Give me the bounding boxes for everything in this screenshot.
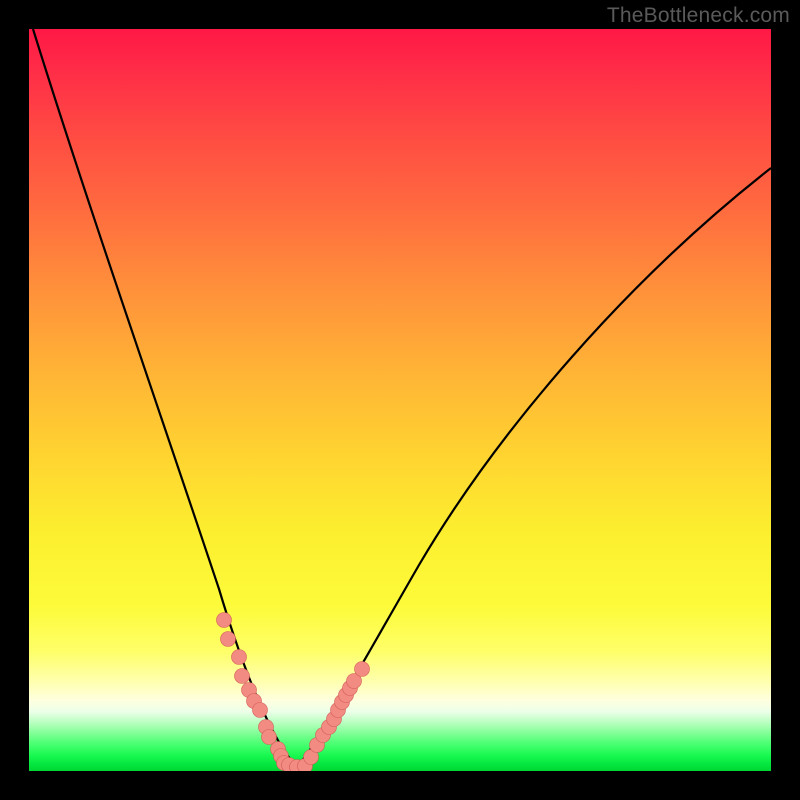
watermark-text: TheBottleneck.com xyxy=(607,4,790,28)
plot-area xyxy=(29,29,771,771)
data-dot xyxy=(355,662,370,677)
data-dot xyxy=(217,613,232,628)
data-dot xyxy=(235,669,250,684)
data-dot xyxy=(221,632,236,647)
curve-group xyxy=(33,29,771,769)
data-dot xyxy=(253,703,268,718)
chart-svg xyxy=(29,29,771,771)
right-branch-curve xyxy=(297,168,771,767)
chart-frame: TheBottleneck.com xyxy=(0,0,800,800)
left-branch-curve xyxy=(33,29,297,767)
data-dot xyxy=(232,650,247,665)
dot-group xyxy=(217,613,370,772)
